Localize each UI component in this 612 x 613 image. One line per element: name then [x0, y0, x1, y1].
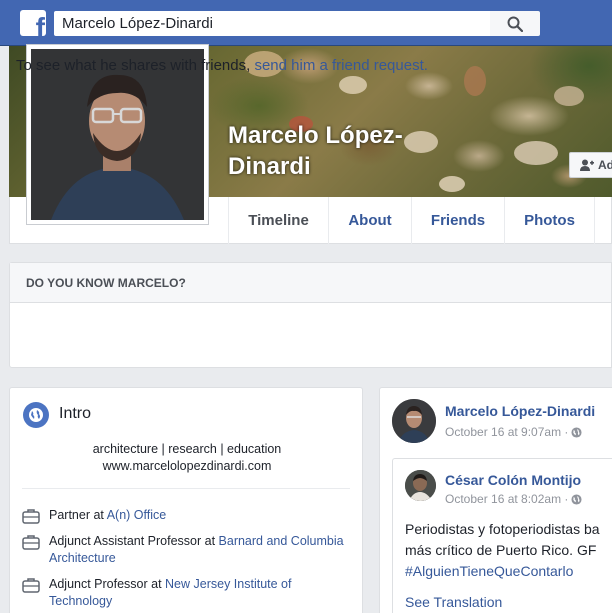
shared-timestamp[interactable]: October 16 at 8:02am · — [445, 492, 582, 506]
post-text-line: Periodistas y fotoperiodistas ba — [405, 521, 600, 537]
briefcase-icon — [22, 509, 40, 524]
post-author-avatar[interactable] — [392, 399, 436, 443]
tab-timeline[interactable]: Timeline — [228, 197, 328, 244]
shared-author-name[interactable]: César Colón Montijo — [445, 472, 581, 488]
post-timestamp[interactable]: October 16 at 9:07am · — [445, 425, 582, 439]
send-friend-request-link[interactable]: send him a friend request. — [254, 57, 427, 74]
bio-line: architecture | research | education — [92, 442, 282, 456]
do-you-know-heading: DO YOU KNOW MARCELO? — [10, 263, 611, 303]
tab-photos[interactable]: Photos — [504, 197, 594, 244]
top-navigation-bar: f — [0, 0, 612, 46]
add-friend-button[interactable]: Ad — [569, 152, 612, 178]
post-time-text: October 16 at 9:07am · — [445, 425, 569, 439]
see-translation-link[interactable]: See Translation — [405, 594, 502, 610]
post-author-name[interactable]: Marcelo López-Dinardi — [445, 403, 595, 419]
tab-friends[interactable]: Friends — [411, 197, 504, 244]
profile-name[interactable]: Marcelo López-Dinardi — [228, 120, 468, 182]
hashtag-link[interactable]: #AlguienTieneQueContarlo — [405, 561, 612, 582]
work-role: Partner at — [49, 508, 107, 522]
divider — [22, 488, 350, 489]
profile-photo — [31, 49, 204, 220]
globe-privacy-icon — [571, 426, 582, 438]
add-friend-icon — [580, 159, 594, 171]
shared-post-text: Periodistas y fotoperiodistas ba más crí… — [405, 519, 612, 582]
work-role: Adjunct Professor at — [49, 577, 166, 591]
profile-tabs: Timeline About Friends Photos — [228, 197, 612, 244]
search-icon — [507, 16, 523, 32]
work-link[interactable]: A(n) Office — [107, 508, 167, 522]
bio-website[interactable]: www.marcelolopezdinardi.com — [10, 458, 364, 475]
facebook-logo-icon[interactable]: f — [20, 10, 46, 36]
briefcase-icon — [22, 535, 40, 550]
friend-request-prompt: To see what he shares with friends, send… — [16, 57, 428, 74]
work-role: Adjunct Assistant Professor at — [49, 534, 219, 548]
friend-request-text: To see what he shares with friends, — [16, 57, 251, 74]
work-item: Adjunct Professor at New Jersey Institut… — [22, 576, 352, 610]
tab-more[interactable] — [594, 197, 612, 244]
work-item: Partner at A(n) Office — [22, 507, 352, 524]
intro-bio: architecture | research | education www.… — [10, 441, 364, 475]
post-text-line: más crítico de Puerto Rico. GF — [405, 542, 597, 558]
shared-author-avatar[interactable] — [405, 470, 436, 501]
intro-card: Intro architecture | research | educatio… — [9, 387, 363, 613]
intro-title: Intro — [59, 405, 92, 422]
search-input[interactable] — [54, 11, 490, 36]
shared-time-text: October 16 at 8:02am · — [445, 492, 569, 506]
do-you-know-card: DO YOU KNOW MARCELO? — [9, 262, 612, 368]
work-item: Adjunct Assistant Professor at Barnard a… — [22, 533, 352, 567]
search-button[interactable] — [490, 11, 540, 36]
globe-privacy-icon — [571, 493, 582, 505]
tab-about[interactable]: About — [328, 197, 411, 244]
briefcase-icon — [22, 578, 40, 593]
globe-icon — [23, 402, 49, 428]
add-friend-label: Ad — [598, 158, 612, 172]
